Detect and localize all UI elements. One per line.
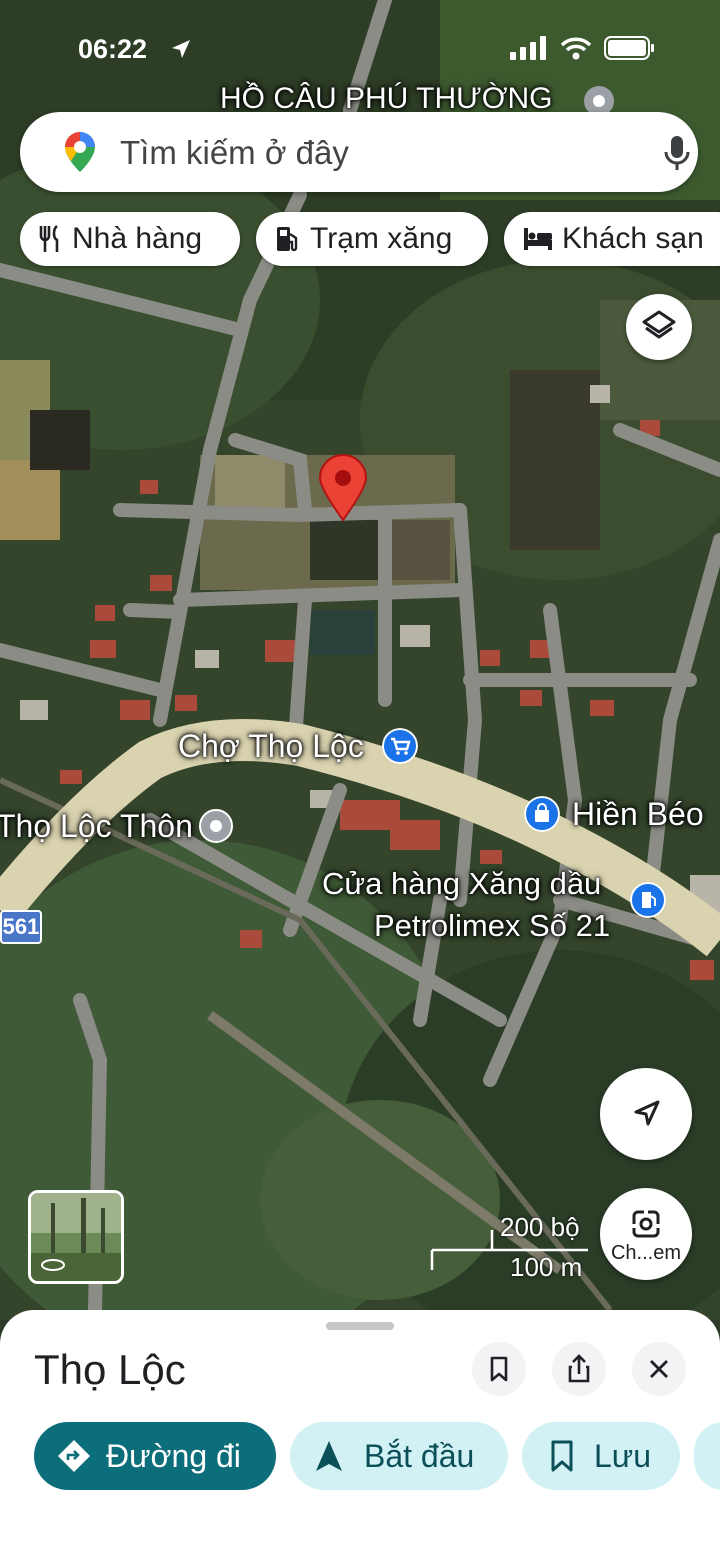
place-title: Thọ Lộc bbox=[34, 1346, 186, 1393]
chip-label: Trạm xăng bbox=[310, 222, 453, 255]
directions-icon bbox=[58, 1440, 90, 1472]
layers-button[interactable] bbox=[626, 294, 692, 360]
navigation-start-icon bbox=[316, 1441, 342, 1471]
map-label-gas-line1[interactable]: Cửa hàng Xăng dầu bbox=[322, 866, 601, 902]
shopping-bag-icon[interactable] bbox=[524, 796, 560, 832]
bookmark-icon bbox=[551, 1440, 573, 1472]
map-label-market[interactable]: Chợ Thọ Lộc bbox=[178, 728, 364, 765]
camera-search-label: Ch...em bbox=[610, 1242, 682, 1264]
directions-label: Đường đi bbox=[106, 1437, 241, 1474]
save-button[interactable]: Lưu bbox=[522, 1422, 680, 1490]
camera-search-button[interactable]: Ch...em bbox=[600, 1188, 692, 1280]
start-label: Bắt đầu bbox=[364, 1437, 475, 1474]
road-number-badge: 561 bbox=[0, 910, 42, 944]
chip-label: Nhà hàng bbox=[72, 222, 203, 255]
chip-restaurants[interactable]: Nhà hàng bbox=[20, 212, 240, 266]
street-view-thumbnail[interactable] bbox=[28, 1190, 124, 1284]
search-input[interactable]: Tìm kiếm ở đây bbox=[120, 134, 349, 172]
map-label-shop[interactable]: Hiền Béo bbox=[572, 796, 704, 833]
road-number-label: 561 bbox=[2, 914, 40, 939]
google-maps-logo-icon bbox=[65, 132, 95, 172]
more-actions-button[interactable] bbox=[694, 1422, 720, 1490]
wifi-icon bbox=[560, 37, 592, 60]
save-label: Lưu bbox=[594, 1437, 652, 1474]
layers-icon bbox=[642, 310, 676, 339]
location-arrow-icon bbox=[172, 40, 190, 58]
map-scale: 200 bộ 100 m bbox=[430, 1212, 590, 1292]
close-icon bbox=[650, 1360, 668, 1378]
navigation-arrow-icon bbox=[634, 1100, 660, 1126]
sheet-drag-handle[interactable] bbox=[326, 1322, 394, 1330]
fork-knife-icon bbox=[39, 224, 59, 252]
close-button[interactable] bbox=[632, 1342, 686, 1396]
bed-icon bbox=[524, 228, 552, 250]
map-label-gas-line2[interactable]: Petrolimex Số 21 bbox=[374, 908, 610, 944]
save-bookmark-button[interactable] bbox=[472, 1342, 526, 1396]
rotate-360-icon bbox=[41, 1259, 65, 1271]
cellular-signal-icon bbox=[510, 36, 546, 60]
start-button[interactable]: Bắt đầu bbox=[290, 1422, 508, 1490]
chip-gas-stations[interactable]: Trạm xăng bbox=[256, 212, 488, 266]
bookmark-icon bbox=[490, 1356, 508, 1382]
directions-button[interactable]: Đường đi bbox=[34, 1422, 276, 1490]
clock-time: 06:22 bbox=[78, 34, 148, 64]
battery-icon bbox=[604, 36, 654, 60]
search-bar[interactable]: Tìm kiếm ở đây bbox=[20, 112, 698, 192]
shopping-cart-icon[interactable] bbox=[382, 728, 418, 764]
place-pin-icon[interactable] bbox=[198, 808, 234, 844]
gas-station-icon[interactable] bbox=[630, 882, 666, 918]
share-icon bbox=[568, 1354, 590, 1383]
my-location-button[interactable] bbox=[600, 1068, 692, 1160]
place-bottom-sheet[interactable]: Thọ Lộc Đường đi Bắt đầu Lưu bbox=[0, 1310, 720, 1560]
status-bar: 06:22 bbox=[0, 0, 720, 100]
chip-label: Khách sạn bbox=[562, 222, 704, 255]
share-button[interactable] bbox=[552, 1342, 606, 1396]
scale-bar bbox=[430, 1230, 588, 1270]
microphone-icon[interactable] bbox=[660, 134, 694, 172]
map-label-village[interactable]: Thọ Lộc Thôn bbox=[0, 808, 193, 845]
gas-station-icon bbox=[277, 227, 298, 252]
chip-hotels[interactable]: Khách sạn bbox=[504, 212, 720, 266]
